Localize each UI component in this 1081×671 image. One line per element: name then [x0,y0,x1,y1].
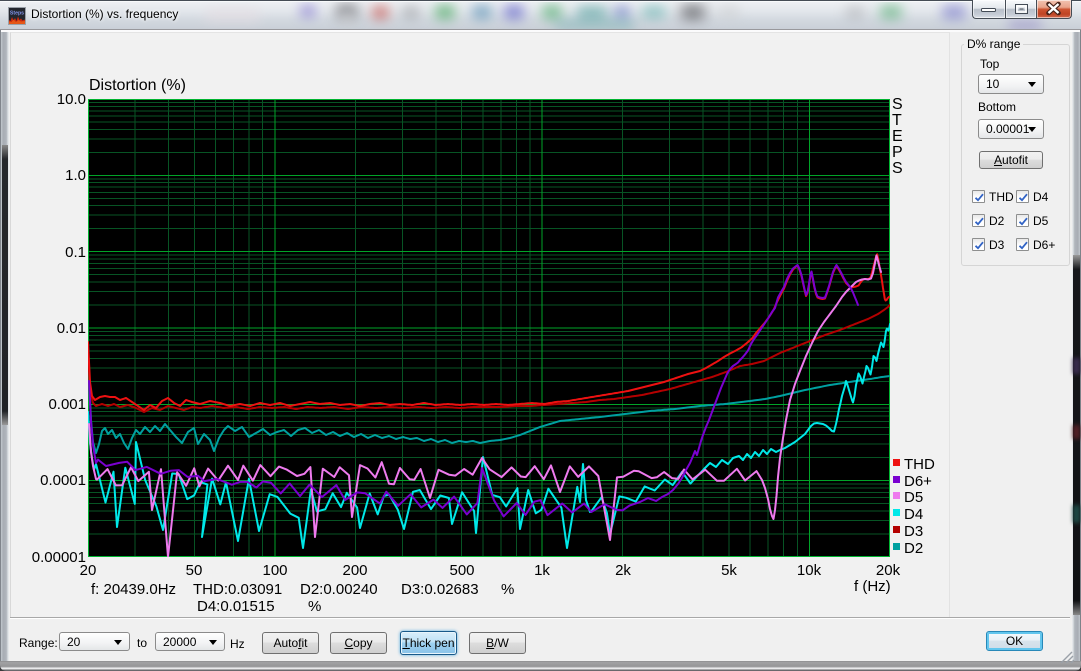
svg-text:Steps: Steps [10,11,24,17]
